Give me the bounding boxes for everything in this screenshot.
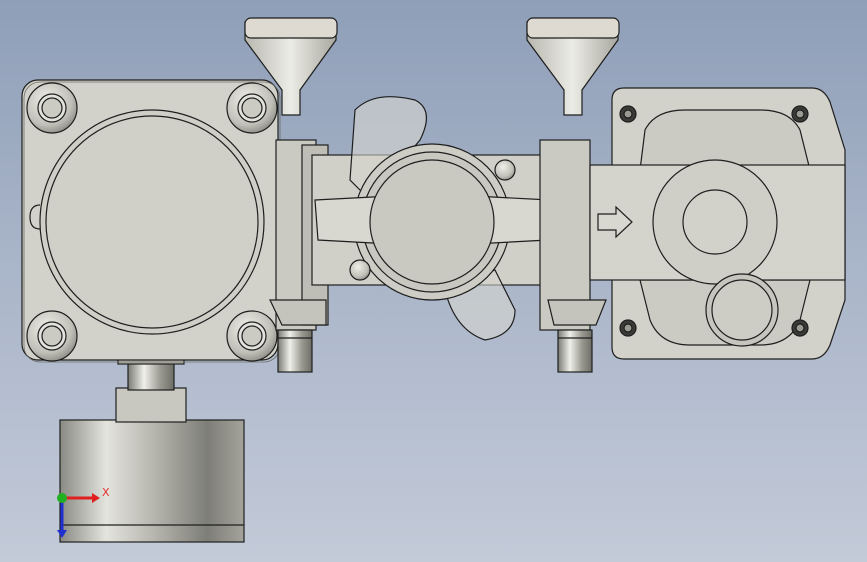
graphics-viewport[interactable]: X xyxy=(0,0,867,562)
regulator-screw-bl xyxy=(619,319,637,337)
corner-screw-tl xyxy=(26,82,78,134)
corner-screw-br xyxy=(226,310,278,362)
y-axis-dot xyxy=(57,493,67,503)
valve-assembly-model[interactable] xyxy=(0,0,867,562)
regulator-screw-tl xyxy=(619,105,637,123)
corner-screw-bl xyxy=(26,310,78,362)
x-axis-label: X xyxy=(102,486,110,499)
corner-screw-tr xyxy=(226,82,278,134)
left-housing xyxy=(21,79,281,363)
central-valve-body xyxy=(311,96,553,341)
regulator-screw-tr xyxy=(791,105,809,123)
regulator-screw-br xyxy=(791,319,809,337)
orientation-triad: X xyxy=(57,486,110,538)
right-regulator-body xyxy=(589,87,846,360)
